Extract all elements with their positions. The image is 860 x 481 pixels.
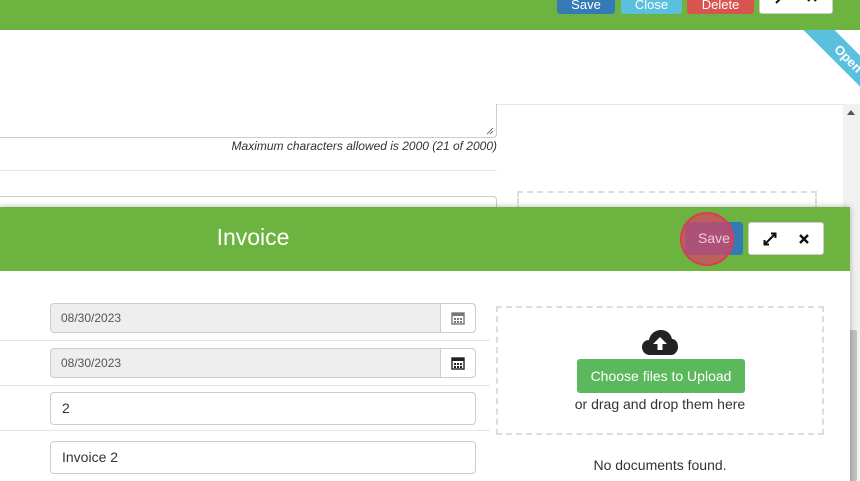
invoice-modal-header: Invoice Save (0, 207, 850, 271)
field-divider (0, 340, 490, 341)
date-field-2[interactable]: 08/30/2023 (50, 348, 476, 378)
invoice-modal: Invoice Save 08/30/2023 08/30/2023 2 Inv… (0, 207, 850, 481)
drag-drop-hint: or drag and drop them here (574, 396, 746, 412)
field-divider (0, 430, 490, 431)
expand-arrows-icon (775, 0, 817, 4)
invoice-name-input[interactable]: Invoice 2 (50, 441, 476, 474)
close-button[interactable] (785, 223, 822, 254)
calendar-icon (451, 312, 465, 325)
background-delete-button[interactable]: Delete (687, 0, 754, 14)
date-picker-button-1[interactable] (440, 304, 475, 332)
invoice-window-controls (748, 222, 824, 255)
date-field-1[interactable]: 08/30/2023 (50, 303, 476, 333)
expand-arrows-icon (763, 232, 776, 245)
date-picker-button-2[interactable] (440, 349, 475, 377)
calendar-icon (451, 357, 465, 370)
description-textarea[interactable] (0, 104, 497, 138)
background-window-controls[interactable] (759, 0, 833, 14)
divider (0, 170, 497, 171)
invoice-number-input[interactable]: 2 (50, 392, 476, 425)
char-limit-note: Maximum characters allowed is 2000 (21 o… (231, 139, 497, 153)
expand-button[interactable] (751, 223, 788, 254)
invoice-save-button[interactable] (685, 222, 743, 255)
date-field-1-value: 08/30/2023 (61, 311, 122, 325)
status-ribbon: Open (760, 30, 860, 110)
app-root: Save Close Delete Open Maximum character… (0, 0, 860, 481)
background-save-button[interactable]: Save (557, 0, 615, 14)
scroll-up-arrow-icon[interactable] (847, 110, 855, 115)
status-ribbon-label: Open (790, 30, 860, 110)
background-close-button[interactable]: Close (621, 0, 682, 14)
choose-files-button[interactable]: Choose files to Upload (577, 359, 745, 393)
upload-dropzone[interactable]: Choose files to Upload or drag and drop … (496, 306, 824, 435)
field-divider (0, 385, 490, 386)
cloud-upload-icon (642, 330, 678, 355)
modal-title: Invoice (216, 224, 290, 250)
no-documents-text: No documents found. (593, 457, 727, 473)
date-field-2-value: 08/30/2023 (61, 356, 122, 370)
close-x-icon (798, 233, 809, 244)
background-modal-header: Save Close Delete (0, 0, 860, 30)
resize-grip-icon[interactable] (486, 127, 494, 135)
